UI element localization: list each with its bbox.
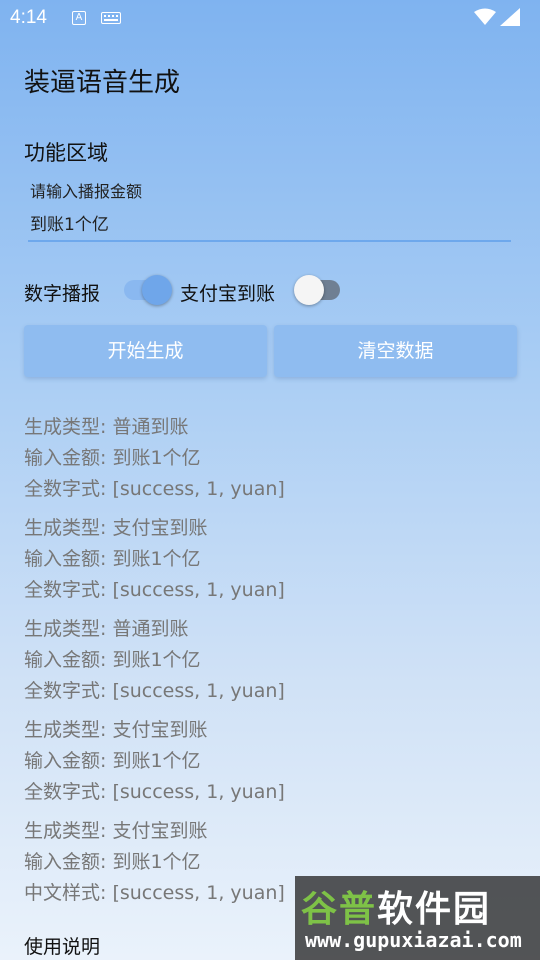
result-amount: 输入金额: 到账1个亿	[24, 447, 201, 469]
clear-button[interactable]: 清空数据	[274, 325, 517, 377]
alipay-label: 支付宝到账	[180, 283, 276, 305]
usage-title: 使用说明	[24, 936, 101, 958]
status-time: 4:14	[10, 7, 47, 28]
watermark-brand-suffix: 软件园	[377, 889, 492, 930]
list-item: 生成类型: 普通到账 输入金额: 到账1个亿 全数字式: [success, 1…	[24, 614, 524, 707]
result-format: 全数字式: [success, 1, yuan]	[24, 579, 285, 601]
wifi-icon	[474, 8, 496, 25]
signal-icon	[500, 8, 520, 26]
watermark-brand: 谷普	[301, 889, 378, 930]
results-list: 生成类型: 普通到账 输入金额: 到账1个亿 全数字式: [success, 1…	[24, 412, 524, 917]
watermark-text: 谷普软件园	[301, 880, 491, 932]
switch-knob	[142, 275, 172, 305]
watermark-logo: 谷普软件园 www.gupuxiazai.com	[295, 876, 540, 960]
amount-hint-label: 请输入播报金额	[30, 182, 143, 201]
amount-input[interactable]	[30, 212, 500, 232]
status-bar: 4:14 A	[0, 0, 540, 38]
list-item: 生成类型: 支付宝到账 输入金额: 到账1个亿 全数字式: [success, …	[24, 513, 524, 606]
list-item: 生成类型: 普通到账 输入金额: 到账1个亿 全数字式: [success, 1…	[24, 412, 524, 505]
result-amount: 输入金额: 到账1个亿	[24, 851, 201, 873]
result-type: 生成类型: 普通到账	[24, 618, 189, 640]
result-format: 全数字式: [success, 1, yuan]	[24, 680, 285, 702]
result-amount: 输入金额: 到账1个亿	[24, 649, 201, 671]
number-broadcast-label: 数字播报	[24, 283, 101, 305]
number-broadcast-switch[interactable]	[124, 275, 172, 305]
result-format: 全数字式: [success, 1, yuan]	[24, 781, 285, 803]
keyboard-icon	[101, 12, 121, 24]
alipay-switch[interactable]	[294, 275, 340, 305]
function-section-title: 功能区域	[24, 141, 108, 165]
generate-button[interactable]: 开始生成	[24, 325, 267, 377]
switch-knob	[294, 275, 324, 305]
result-format: 全数字式: [success, 1, yuan]	[24, 478, 285, 500]
switch-row: 数字播报 支付宝到账	[24, 275, 524, 306]
a-icon: A	[72, 11, 86, 25]
list-item: 生成类型: 支付宝到账 输入金额: 到账1个亿 全数字式: [success, …	[24, 715, 524, 808]
result-amount: 输入金额: 到账1个亿	[24, 548, 201, 570]
app-title: 装逼语音生成	[24, 68, 181, 98]
result-type: 生成类型: 支付宝到账	[24, 719, 208, 741]
result-type: 生成类型: 支付宝到账	[24, 820, 208, 842]
result-type: 生成类型: 支付宝到账	[24, 517, 208, 539]
watermark-url: www.gupuxiazai.com	[305, 928, 522, 952]
amount-input-underline	[28, 240, 511, 242]
result-type: 生成类型: 普通到账	[24, 416, 189, 438]
result-amount: 输入金额: 到账1个亿	[24, 750, 201, 772]
